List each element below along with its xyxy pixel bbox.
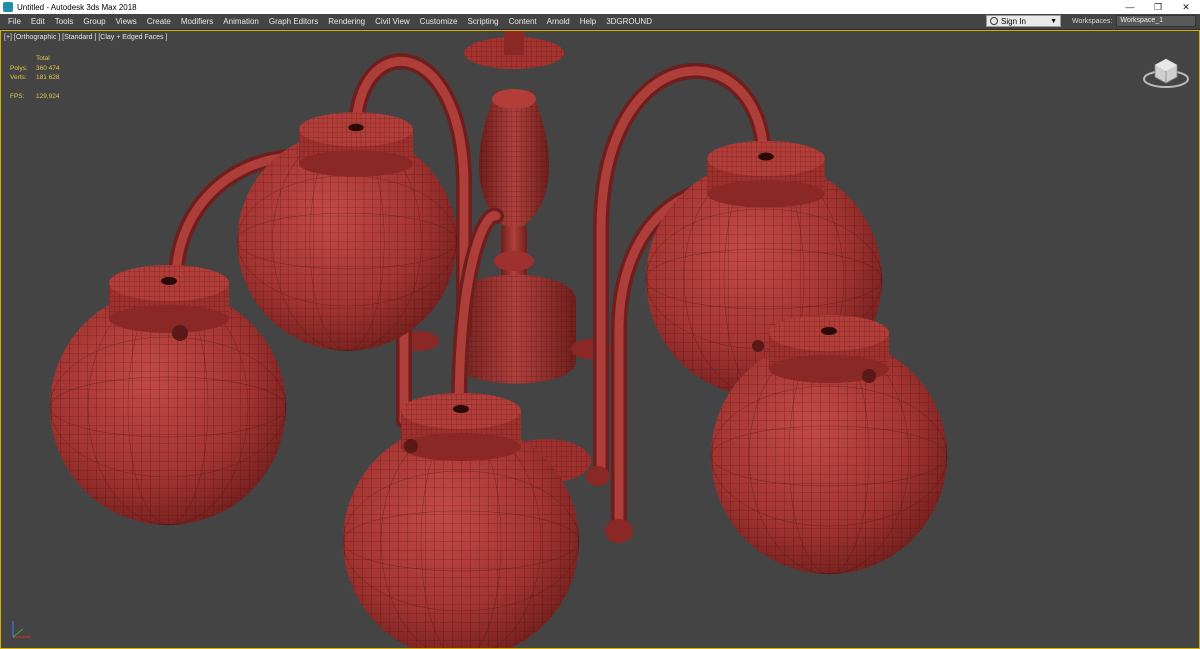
menu-help[interactable]: Help	[575, 14, 601, 29]
viewcube-icon[interactable]	[1141, 51, 1191, 91]
fps-value: 129,924	[36, 92, 60, 100]
menu-civil-view[interactable]: Civil View	[370, 14, 415, 29]
menu-views[interactable]: Views	[111, 14, 142, 29]
workspaces-selector: Workspaces: Workspace_1	[1072, 15, 1197, 27]
menu-arnold[interactable]: Arnold	[542, 14, 575, 29]
verts-label: Verts:	[10, 74, 27, 81]
menu-modifiers[interactable]: Modifiers	[176, 14, 218, 29]
maximize-button[interactable]: ❐	[1144, 0, 1172, 14]
3dsmax-logo-icon	[3, 2, 13, 12]
menu-scripting[interactable]: Scripting	[462, 14, 503, 29]
menu-3dground[interactable]: 3DGROUND	[601, 14, 657, 29]
close-button[interactable]: ✕	[1172, 0, 1200, 14]
window-controls: — ❐ ✕	[1116, 0, 1200, 14]
axis-tripod-icon	[12, 621, 31, 638]
chevron-down-icon: ▼	[1050, 17, 1057, 25]
perspective-viewport[interactable]: [+] [Orthographic ] [Standard ] [Clay + …	[0, 30, 1200, 649]
menu-edit[interactable]: Edit	[26, 14, 50, 29]
polys-label: Polys:	[10, 64, 28, 72]
workspace-select[interactable]: Workspace_1	[1116, 15, 1197, 27]
menu-graph-editors[interactable]: Graph Editors	[264, 14, 323, 29]
minimize-button[interactable]: —	[1116, 0, 1144, 14]
polys-value: 360 474	[36, 64, 60, 72]
user-icon	[990, 17, 998, 25]
title-bar: Untitled - Autodesk 3ds Max 2018 — ❐ ✕	[0, 0, 1200, 14]
app-window: Untitled - Autodesk 3ds Max 2018 — ❐ ✕ F…	[0, 0, 1200, 649]
menu-group[interactable]: Group	[78, 14, 110, 29]
main-menu: File Edit Tools Group Views Create Modifiers An…	[0, 14, 657, 29]
menu-bar: File Edit Tools Group Views Create Modifiers An…	[0, 14, 1200, 30]
workspaces-label: Workspaces:	[1072, 17, 1113, 25]
menu-rendering[interactable]: Rendering	[323, 14, 370, 29]
window-title: Untitled - Autodesk 3ds Max 2018	[17, 2, 137, 12]
sign-in-label: Sign In	[1001, 16, 1026, 26]
menu-content[interactable]: Content	[504, 14, 542, 29]
chandelier-model[interactable]	[1, 31, 1199, 648]
fps-label: FPS:	[10, 92, 25, 100]
menu-tools[interactable]: Tools	[50, 14, 79, 29]
menu-customize[interactable]: Customize	[415, 14, 463, 29]
viewport-label[interactable]: [+] [Orthographic ] [Standard ] [Clay + …	[4, 34, 167, 41]
verts-value: 181 628	[36, 74, 60, 81]
menu-file[interactable]: File	[3, 14, 26, 29]
menu-create[interactable]: Create	[142, 14, 176, 29]
menu-animation[interactable]: Animation	[218, 14, 264, 29]
sign-in-dropdown[interactable]: Sign In ▼	[986, 15, 1061, 27]
stats-total-header: Total	[36, 55, 50, 62]
viewport-statistics: Total Polys: 360 474 Verts: 181 628 FPS: 12…	[10, 54, 60, 101]
